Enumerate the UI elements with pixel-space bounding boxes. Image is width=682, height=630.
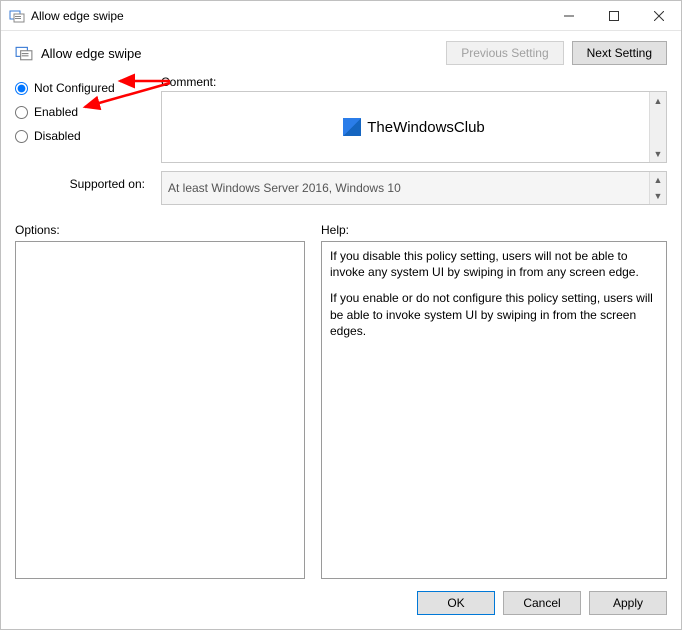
header-row: Allow edge swipe Previous Setting Next S…	[1, 31, 681, 71]
supported-value-box: At least Windows Server 2016, Windows 10…	[161, 171, 667, 205]
radio-disabled-input[interactable]	[15, 130, 28, 143]
state-radio-group: Not Configured Enabled Disabled	[15, 75, 145, 163]
supported-scrollbar[interactable]: ▲ ▼	[649, 172, 666, 204]
help-panel[interactable]: If you disable this policy setting, user…	[321, 241, 667, 579]
help-paragraph-1: If you disable this policy setting, user…	[330, 248, 658, 280]
radio-disabled-label: Disabled	[34, 129, 81, 143]
logo-text: TheWindowsClub	[367, 119, 485, 136]
radio-enabled-label: Enabled	[34, 105, 78, 119]
config-row: Not Configured Enabled Disabled Comment:	[1, 71, 681, 163]
radio-not-configured-label: Not Configured	[34, 81, 115, 95]
radio-enabled-input[interactable]	[15, 106, 28, 119]
policy-icon	[15, 44, 33, 62]
cancel-button[interactable]: Cancel	[503, 591, 581, 615]
comment-scrollbar[interactable]: ▲ ▼	[649, 92, 666, 162]
options-panel[interactable]	[15, 241, 305, 579]
radio-not-configured-input[interactable]	[15, 82, 28, 95]
comment-label: Comment:	[161, 75, 667, 89]
previous-setting-button[interactable]: Previous Setting	[446, 41, 563, 65]
app-icon	[9, 8, 25, 24]
maximize-button[interactable]	[591, 1, 636, 30]
scroll-up-icon[interactable]: ▲	[650, 92, 666, 109]
scroll-down-icon[interactable]: ▼	[650, 188, 666, 204]
logo-watermark: TheWindowsClub	[343, 118, 485, 136]
radio-not-configured[interactable]: Not Configured	[15, 81, 145, 95]
ok-button[interactable]: OK	[417, 591, 495, 615]
help-label: Help:	[321, 223, 667, 237]
next-setting-button[interactable]: Next Setting	[572, 41, 667, 65]
help-paragraph-2: If you enable or do not configure this p…	[330, 290, 658, 339]
apply-button[interactable]: Apply	[589, 591, 667, 615]
supported-label: Supported on:	[15, 171, 145, 191]
radio-enabled[interactable]: Enabled	[15, 105, 145, 119]
supported-value: At least Windows Server 2016, Windows 10	[168, 181, 401, 195]
window-title: Allow edge swipe	[31, 9, 546, 23]
dialog-footer: OK Cancel Apply	[1, 579, 681, 629]
close-button[interactable]	[636, 1, 681, 30]
scroll-down-icon[interactable]: ▼	[650, 145, 666, 162]
policy-title: Allow edge swipe	[41, 46, 141, 61]
scroll-up-icon[interactable]: ▲	[650, 172, 666, 188]
supported-row: Supported on: At least Windows Server 20…	[1, 163, 681, 205]
minimize-button[interactable]	[546, 1, 591, 30]
titlebar: Allow edge swipe	[1, 1, 681, 31]
window-controls	[546, 1, 681, 30]
options-label: Options:	[15, 223, 305, 237]
panel-labels: Options: Help:	[1, 205, 681, 241]
logo-icon	[343, 118, 361, 136]
comment-textarea[interactable]: TheWindowsClub ▲ ▼	[161, 91, 667, 163]
radio-disabled[interactable]: Disabled	[15, 129, 145, 143]
panels-row: If you disable this policy setting, user…	[1, 241, 681, 579]
